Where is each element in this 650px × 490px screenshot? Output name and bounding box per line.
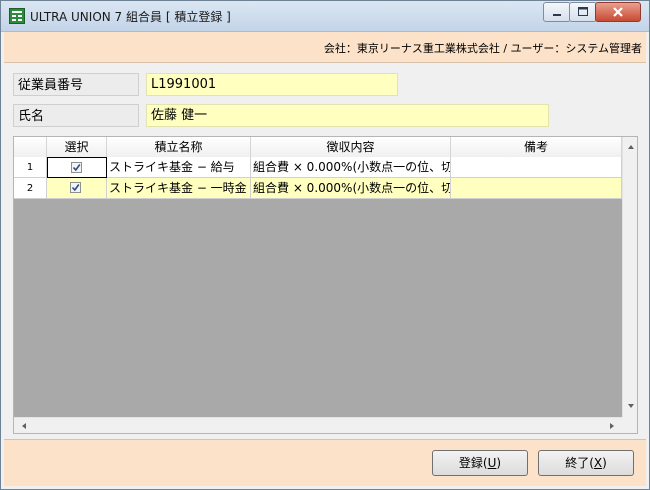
grid-header: 選択 積立名称 徴収内容 備考 xyxy=(14,137,622,158)
savings-grid: 選択 積立名称 徴収内容 備考 1 ストライキ基金 − 給与 組合費 × 0.0… xyxy=(13,136,638,434)
select-cell[interactable] xyxy=(47,178,107,199)
select-cell[interactable] xyxy=(47,157,107,178)
row-checkbox[interactable] xyxy=(71,162,82,173)
scroll-left-arrow-icon[interactable] xyxy=(17,418,31,434)
employee-number-label: 従業員番号 xyxy=(13,73,139,96)
title-bar[interactable]: ULTRA UNION 7 組合員 [ 積立登録 ] xyxy=(1,1,649,32)
register-button-label: 登録 xyxy=(458,456,483,470)
app-window: ULTRA UNION 7 組合員 [ 積立登録 ] 会社：東京リーナス重工業株… xyxy=(0,0,650,490)
savings-name-cell[interactable]: ストライキ基金 − 給与 xyxy=(107,157,251,178)
scroll-down-arrow-icon[interactable] xyxy=(623,399,638,413)
exit-mnemonic: X xyxy=(593,456,603,470)
header-note[interactable]: 備考 xyxy=(451,137,622,157)
header-select[interactable]: 選択 xyxy=(47,137,107,157)
register-mnemonic: U xyxy=(487,456,497,470)
app-grid-icon xyxy=(9,8,25,24)
row-checkbox[interactable] xyxy=(70,182,81,193)
exit-button[interactable]: 終了(X) xyxy=(538,450,634,476)
vertical-scrollbar[interactable] xyxy=(622,137,638,433)
action-bar: 登録(U) 終了(X) xyxy=(4,439,646,486)
note-cell[interactable] xyxy=(451,157,622,178)
exit-button-label: 終了 xyxy=(565,456,590,470)
name-label: 氏名 xyxy=(13,104,139,127)
header-collection-content[interactable]: 徴収内容 xyxy=(251,137,451,157)
scrollbar-corner xyxy=(622,417,637,433)
row-number: 1 xyxy=(14,157,47,178)
window-title: ULTRA UNION 7 組合員 [ 積立登録 ] xyxy=(30,10,231,24)
horizontal-scrollbar[interactable] xyxy=(14,417,622,434)
minimize-button[interactable] xyxy=(543,2,571,22)
note-cell[interactable] xyxy=(451,178,622,199)
maximize-icon xyxy=(578,7,588,16)
name-field[interactable]: 佐藤 健一 xyxy=(146,104,549,127)
scroll-up-arrow-icon[interactable] xyxy=(623,140,638,154)
close-button[interactable] xyxy=(595,2,641,22)
header-corner xyxy=(14,137,47,157)
savings-name-cell[interactable]: ストライキ基金 − 一時金 xyxy=(107,178,251,199)
company-user-info: 会社：東京リーナス重工業株式会社 / ユーザー：システム管理者 xyxy=(323,42,642,55)
employee-number-field[interactable]: L1991001 xyxy=(146,73,398,96)
close-icon xyxy=(613,7,623,17)
row-number: 2 xyxy=(14,178,47,199)
scroll-right-arrow-icon[interactable] xyxy=(605,418,619,434)
table-row[interactable]: 2 ストライキ基金 − 一時金 組合費 × 0.000%(小数点一の位、切 xyxy=(14,178,622,199)
collection-content-cell[interactable]: 組合費 × 0.000%(小数点一の位、切 xyxy=(251,157,451,178)
session-info-bar: 会社：東京リーナス重工業株式会社 / ユーザー：システム管理者 xyxy=(4,32,646,63)
collection-content-cell[interactable]: 組合費 × 0.000%(小数点一の位、切 xyxy=(251,178,451,199)
register-button[interactable]: 登録(U) xyxy=(432,450,528,476)
header-savings-name[interactable]: 積立名称 xyxy=(107,137,251,157)
table-row[interactable]: 1 ストライキ基金 − 給与 組合費 × 0.000%(小数点一の位、切 xyxy=(14,157,622,178)
checkmark-icon xyxy=(71,184,80,192)
minimize-icon xyxy=(553,14,561,16)
maximize-button[interactable] xyxy=(569,2,597,22)
checkmark-icon xyxy=(72,164,81,172)
